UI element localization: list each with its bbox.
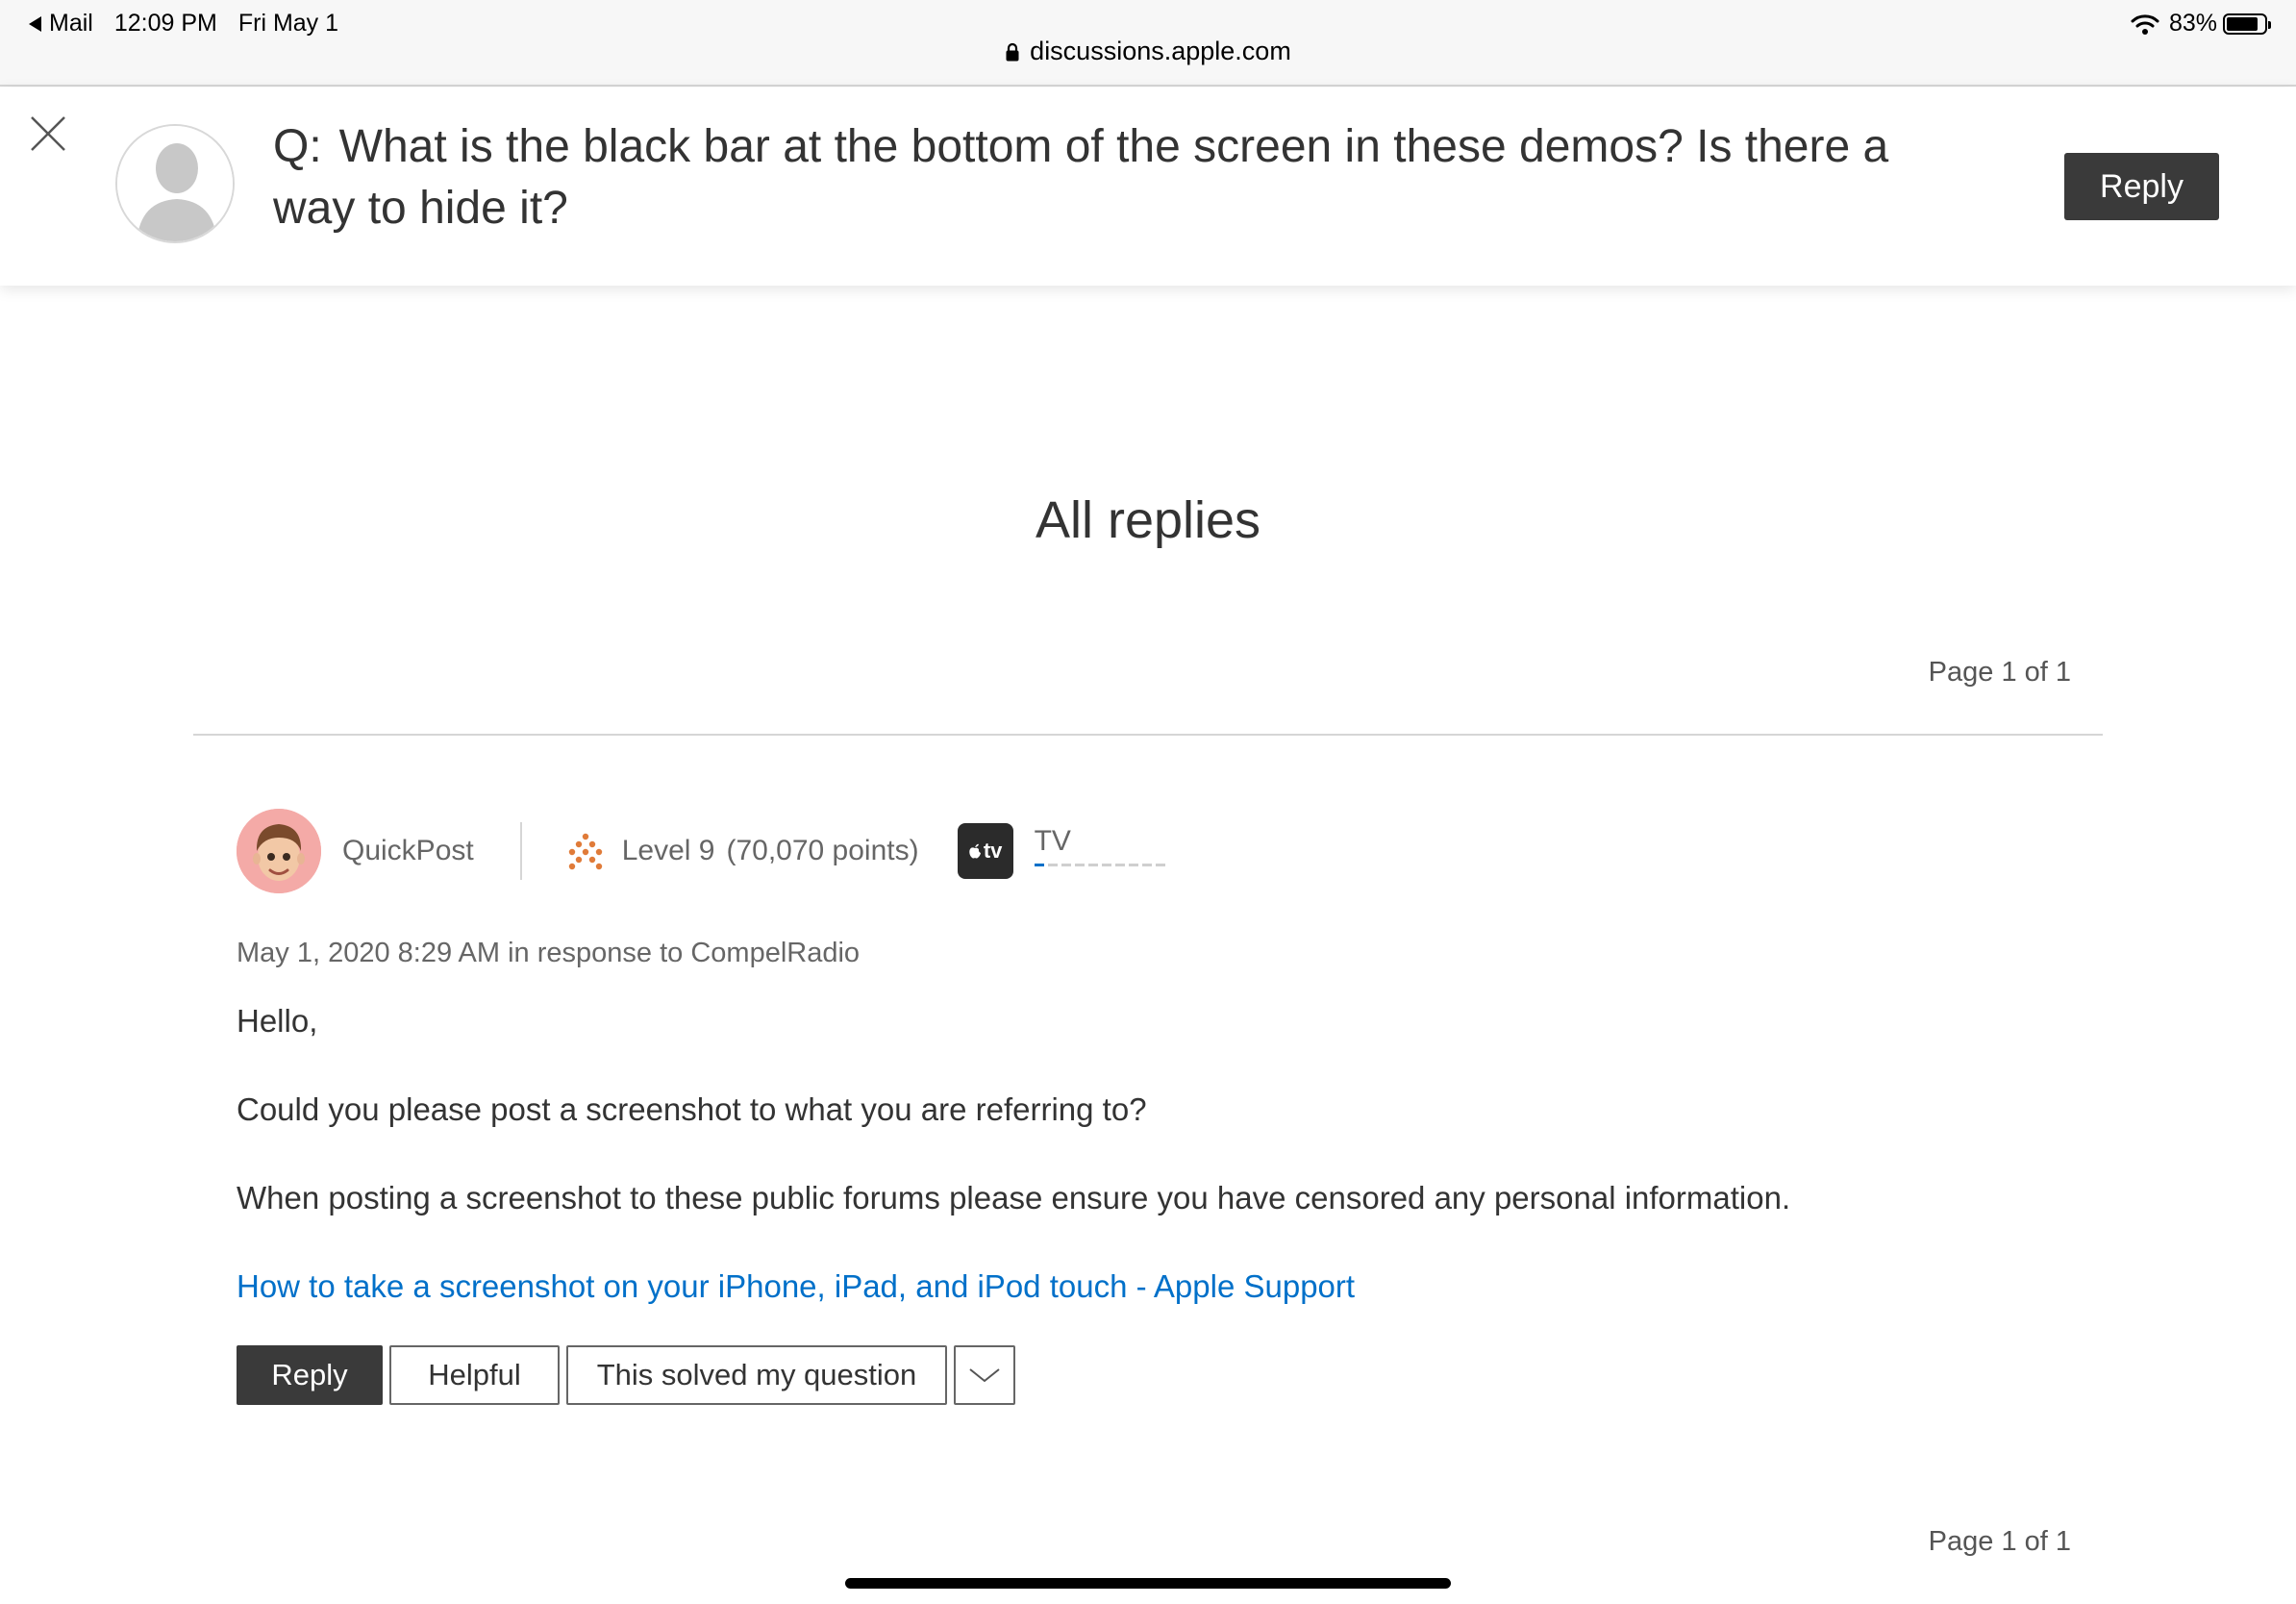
badge-text: tv [983,839,1003,863]
post-paragraph-2: When posting a screenshot to these publi… [237,1180,1791,1216]
all-replies-heading: All replies [1035,491,1261,549]
chevron-down-icon [969,1368,1000,1383]
back-app-label[interactable]: Mail [49,10,93,38]
status-bar: Mail 12:09 PM Fri May 1 discussions.appl… [0,0,2296,87]
author-points: (70,070 points) [726,835,919,866]
author-level: Level 9 [621,835,715,866]
close-icon[interactable] [29,114,67,153]
question-title-text: What is the black bar at the bottom of t… [273,121,1889,234]
status-right: 83% [2131,10,2271,38]
author-avatar[interactable] [237,809,321,893]
status-time: 12:09 PM [113,10,217,37]
reply-button[interactable]: Reply [237,1345,383,1405]
url-text: discussions.apple.com [1030,37,1291,65]
status-date: Fri May 1 [237,10,339,37]
badge-progress [1034,863,1169,866]
question-label: Q: [273,121,322,172]
question-author-avatar[interactable] [115,124,235,243]
more-actions-button[interactable] [954,1345,1015,1405]
question-title: Q: What is the black bar at the bottom of… [273,116,1975,239]
apple-logo-icon [969,843,981,859]
support-link[interactable]: How to take a screenshot on your iPhone,… [237,1268,1355,1304]
reply-button-header[interactable]: Reply [2064,153,2219,220]
default-user-icon [117,126,233,241]
address-bar[interactable]: discussions.apple.com [0,37,2296,66]
page-indicator-top: Page 1 of 1 [1928,657,2071,688]
battery-icon [2223,13,2271,35]
page-indicator-bottom: Page 1 of 1 [1928,1526,2071,1557]
memoji-avatar-icon [237,809,321,893]
author-separator [519,822,522,880]
post-greeting: Hello, [237,1003,318,1039]
divider [193,734,2103,736]
apple-tv-badge[interactable]: tv [957,823,1013,879]
wifi-icon [2131,13,2159,35]
status-left: Mail 12:09 PM Fri May 1 [29,10,338,38]
post-actions: Reply Helpful This solved my question [237,1345,1022,1405]
home-indicator[interactable] [845,1578,1451,1589]
community-badge: TV [1034,824,1169,866]
question-header: Q: What is the black bar at the bottom of… [0,88,2296,286]
level-icon [568,833,602,870]
back-to-app-icon[interactable] [29,15,41,32]
post-body: Hello, Could you please post a screensho… [237,1000,2063,1354]
lock-icon [1006,42,1019,61]
helpful-button[interactable]: Helpful [389,1345,560,1405]
solved-button[interactable]: This solved my question [566,1345,947,1405]
author-name[interactable]: QuickPost [342,835,474,867]
reply-author-row: QuickPost Level 9 (70,070 points) tv TV [237,808,1169,894]
post-meta: May 1, 2020 8:29 AM in response to Compe… [237,938,861,968]
battery-percent: 83% [2168,10,2217,37]
post-paragraph-1: Could you please post a screenshot to wh… [237,1091,1147,1127]
community-badge-label: TV [1034,824,1071,857]
